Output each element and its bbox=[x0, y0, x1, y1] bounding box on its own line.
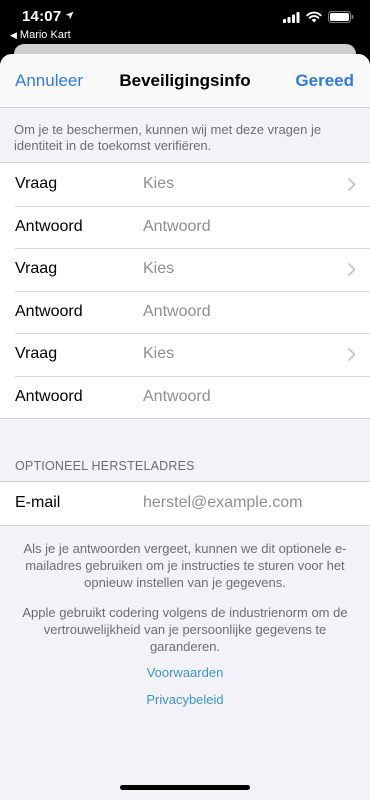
answer-input-2[interactable] bbox=[143, 302, 343, 321]
location-arrow-icon bbox=[65, 11, 74, 20]
chevron-right-icon bbox=[348, 348, 356, 361]
answer-input-3[interactable] bbox=[143, 387, 343, 406]
recovery-email-group: E-mail bbox=[0, 481, 370, 526]
question-row-1[interactable]: Vraag Kies bbox=[0, 163, 370, 206]
terms-link[interactable]: Voorwaarden bbox=[0, 665, 370, 680]
status-icons bbox=[283, 11, 354, 23]
question-label: Vraag bbox=[15, 345, 58, 363]
back-chevron-icon: ◀ bbox=[10, 30, 17, 40]
security-info-sheet: Annuleer Beveiligingsinfo Gereed Om je t… bbox=[0, 54, 370, 800]
battery-icon bbox=[328, 11, 354, 23]
answer-label: Antwoord bbox=[15, 302, 83, 320]
question-label: Vraag bbox=[15, 175, 58, 193]
footer-text: Als je je antwoorden vergeet, kunnen we … bbox=[0, 526, 370, 655]
email-label: E-mail bbox=[15, 494, 61, 512]
question-value: Kies bbox=[143, 345, 175, 363]
chevron-right-icon bbox=[348, 263, 356, 276]
chevron-right-icon bbox=[348, 178, 356, 191]
security-questions-group: Vraag Kies Antwoord Vraag Kies Antwoord … bbox=[0, 162, 370, 419]
answer-input-1[interactable] bbox=[143, 217, 343, 236]
question-value: Kies bbox=[143, 260, 175, 278]
recovery-email-input[interactable] bbox=[143, 494, 343, 513]
done-button[interactable]: Gereed bbox=[295, 71, 354, 91]
question-value: Kies bbox=[143, 175, 175, 193]
privacy-link[interactable]: Privacybeleid bbox=[0, 692, 370, 707]
recovery-section-header: OPTIONEEL HERSTELADRES bbox=[15, 459, 195, 473]
status-bar: 14:07 ◀ Mario Kart bbox=[0, 0, 370, 44]
question-label: Vraag bbox=[15, 260, 58, 278]
cancel-button[interactable]: Annuleer bbox=[15, 71, 83, 91]
question-row-2[interactable]: Vraag Kies bbox=[0, 248, 370, 291]
home-indicator[interactable] bbox=[120, 785, 250, 790]
wifi-icon bbox=[306, 11, 322, 23]
answer-row-3: Antwoord bbox=[0, 375, 370, 419]
intro-text: Om je te beschermen, kunnen wij met deze… bbox=[14, 122, 322, 153]
answer-label: Antwoord bbox=[15, 217, 83, 235]
answer-row-1: Antwoord bbox=[0, 205, 370, 249]
cellular-signal-icon bbox=[283, 11, 300, 23]
answer-label: Antwoord bbox=[15, 387, 83, 405]
status-time: 14:07 bbox=[22, 8, 62, 25]
footer-paragraph-recovery: Als je je antwoorden vergeet, kunnen we … bbox=[23, 540, 347, 590]
question-row-3[interactable]: Vraag Kies bbox=[0, 333, 370, 376]
answer-row-2: Antwoord bbox=[0, 290, 370, 334]
footer-paragraph-encryption: Apple gebruikt codering volgens de indus… bbox=[22, 604, 348, 654]
navigation-bar: Annuleer Beveiligingsinfo Gereed bbox=[0, 54, 370, 108]
email-row: E-mail bbox=[0, 482, 370, 525]
back-to-app-button[interactable]: ◀ Mario Kart bbox=[10, 29, 71, 41]
back-app-label: Mario Kart bbox=[19, 29, 71, 41]
